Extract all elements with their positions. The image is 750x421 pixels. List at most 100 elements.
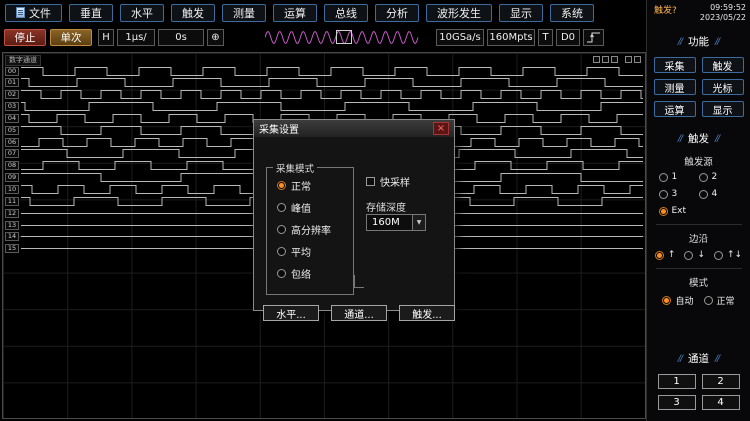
- channel-2-button[interactable]: 2: [702, 374, 740, 389]
- slash-icon: ∕∕: [678, 134, 682, 144]
- t-indicator: T: [538, 29, 553, 46]
- trigger-position-marker[interactable]: [336, 30, 352, 44]
- source-ext-option[interactable]: Ext: [659, 206, 699, 216]
- channel-label: 02: [5, 90, 19, 99]
- channel-1-button[interactable]: 1: [658, 374, 696, 389]
- menu-horizontal[interactable]: 水平: [120, 4, 164, 22]
- radio-envelope[interactable]: 包络: [277, 266, 311, 281]
- slash-icon: ∕∕: [678, 354, 682, 364]
- channel-label: 01: [5, 78, 19, 87]
- memory-depth-dropdown[interactable]: 160M ▼: [366, 214, 426, 231]
- oscilloscope-screen: 文件 垂直 水平 触发 测量 运算 总线 分析 波形发生 显示 系统 停止 单次…: [0, 0, 750, 421]
- fast-sample-checkbox-row[interactable]: 快采样: [366, 174, 410, 189]
- either-edge-icon: ↑↓: [727, 250, 742, 260]
- dialog-body: 采集模式 正常 峰值 高分辨率 平均: [254, 137, 454, 310]
- channel-waveform: [21, 89, 643, 100]
- channel-row: 00: [5, 66, 645, 77]
- source-4-option[interactable]: 4: [699, 189, 739, 199]
- slash-icon: ∕∕: [715, 134, 719, 144]
- menu-trigger-label: 触发: [182, 5, 204, 21]
- menu-vertical-label: 垂直: [80, 5, 102, 21]
- menu-measure[interactable]: 测量: [222, 4, 266, 22]
- trigger-source-label: 触发源: [684, 154, 713, 168]
- source-ext-label: Ext: [672, 206, 687, 216]
- fn-measure-button[interactable]: 测量: [654, 79, 696, 95]
- radio-average-label: 平均: [291, 244, 311, 259]
- source-2-option[interactable]: 2: [699, 172, 739, 182]
- slash-icon: ∕∕: [715, 354, 719, 364]
- radio-dot: [277, 269, 286, 278]
- edge-either-option[interactable]: ↑↓: [714, 250, 742, 260]
- mode-auto-option[interactable]: 自动: [662, 294, 693, 307]
- menu-file[interactable]: 文件: [5, 4, 62, 22]
- menu-bar: 文件 垂直 水平 触发 测量 运算 总线 分析 波形发生 显示 系统: [0, 0, 646, 25]
- horizontal-position-box[interactable]: 0s: [158, 29, 204, 46]
- menu-trigger[interactable]: 触发: [171, 4, 215, 22]
- radio-average[interactable]: 平均: [277, 244, 311, 259]
- slash-icon: ∕∕: [678, 37, 682, 47]
- radio-dot: [655, 251, 664, 260]
- channel-waveform: [21, 77, 643, 88]
- radio-dot: [714, 251, 723, 260]
- single-button[interactable]: 单次: [50, 29, 92, 46]
- mode-normal-option[interactable]: 正常: [704, 294, 735, 307]
- menu-wavegen-label: 波形发生: [437, 5, 481, 21]
- fn-cursor-button[interactable]: 光标: [702, 79, 744, 95]
- menu-vertical[interactable]: 垂直: [69, 4, 113, 22]
- fn-math-button[interactable]: 运算: [654, 101, 696, 117]
- channel-3-button[interactable]: 3: [658, 395, 696, 410]
- timebase-box[interactable]: 1μs/: [117, 29, 155, 46]
- source-3-option[interactable]: 3: [659, 189, 699, 199]
- menu-measure-label: 测量: [233, 5, 255, 21]
- menu-math-label: 运算: [284, 5, 306, 21]
- memory-depth-label: 存储深度: [366, 199, 406, 214]
- fn-trigger-button[interactable]: 触发: [702, 57, 744, 73]
- menu-system[interactable]: 系统: [550, 4, 594, 22]
- edge-rising-option[interactable]: ↑: [655, 250, 676, 260]
- fast-sample-checkbox[interactable]: [366, 177, 375, 186]
- function-button-grid: 采集 触发 测量 光标 运算 显示: [654, 57, 744, 117]
- menu-system-label: 系统: [561, 5, 583, 21]
- source-1-option[interactable]: 1: [659, 172, 699, 182]
- dialog-title-bar[interactable]: 采集设置 ×: [254, 120, 454, 137]
- channel-label: 00: [5, 67, 19, 76]
- channel-label: 14: [5, 232, 19, 241]
- edge-falling-option[interactable]: ↓: [684, 250, 705, 260]
- source-1-label: 1: [672, 172, 678, 182]
- memory-depth-box: 160Mpts: [487, 29, 535, 46]
- radio-hires[interactable]: 高分辨率: [277, 222, 331, 237]
- radio-peak[interactable]: 峰值: [277, 200, 311, 215]
- channel-4-button[interactable]: 4: [702, 395, 740, 410]
- channel-waveform: [21, 101, 643, 112]
- radio-normal[interactable]: 正常: [277, 178, 311, 193]
- zoom-icon[interactable]: ⊕: [207, 29, 224, 46]
- fn-acquire-button[interactable]: 采集: [654, 57, 696, 73]
- trigger-slope-icon[interactable]: [583, 29, 604, 46]
- horizontal-settings-button[interactable]: 水平...: [263, 305, 319, 321]
- menu-analysis[interactable]: 分析: [375, 4, 419, 22]
- channel-label: 04: [5, 114, 19, 123]
- channel-label: 11: [5, 197, 19, 206]
- close-icon[interactable]: ×: [433, 122, 449, 135]
- menu-display-label: 显示: [510, 5, 532, 21]
- file-icon: [16, 7, 25, 18]
- channel-label: 05: [5, 126, 19, 135]
- menu-math[interactable]: 运算: [273, 4, 317, 22]
- source-4-label: 4: [712, 189, 718, 199]
- menu-bus[interactable]: 总线: [324, 4, 368, 22]
- trigger-source-box[interactable]: D0: [556, 29, 580, 46]
- radio-envelope-label: 包络: [291, 266, 311, 281]
- channel-button-grid: 1 2 3 4: [658, 374, 740, 410]
- stop-button[interactable]: 停止: [4, 29, 46, 46]
- channel-label: 09: [5, 173, 19, 182]
- menu-wavegen[interactable]: 波形发生: [426, 4, 492, 22]
- time: 09:59:52: [700, 3, 746, 13]
- menu-display[interactable]: 显示: [499, 4, 543, 22]
- waveform-preview[interactable]: [265, 29, 422, 46]
- trigger-mode-options: 自动 正常: [662, 294, 734, 307]
- divider: [656, 268, 742, 269]
- fn-display-button[interactable]: 显示: [702, 101, 744, 117]
- slash-icon: ∕∕: [715, 37, 719, 47]
- trigger-settings-button[interactable]: 触发...: [399, 305, 455, 321]
- channel-settings-button[interactable]: 通道...: [331, 305, 387, 321]
